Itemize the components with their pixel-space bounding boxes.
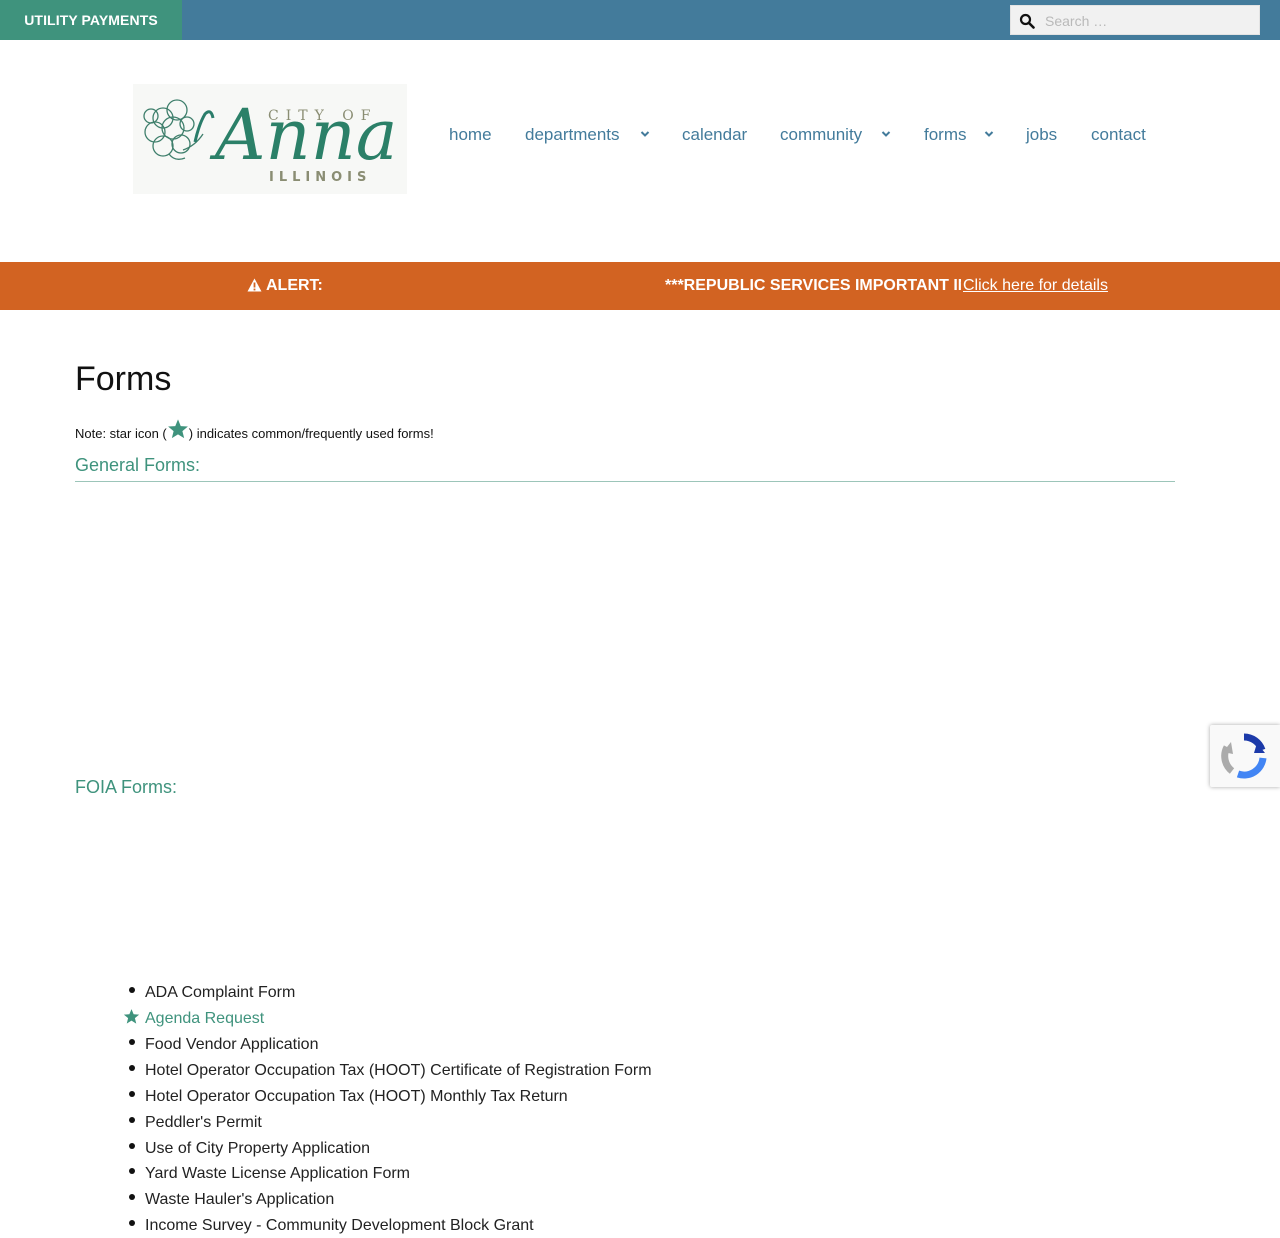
note-text-after: ) indicates common/frequently used forms… [188, 426, 434, 441]
nav-item-jobs[interactable]: jobs [1026, 124, 1057, 146]
form-link-income-survey[interactable]: Income Survey - Community Development Bl… [145, 1214, 534, 1238]
form-link-hoot-monthly-return[interactable]: Hotel Operator Occupation Tax (HOOT) Mon… [145, 1085, 568, 1109]
recaptcha-badge[interactable] [1210, 725, 1280, 787]
star-icon [167, 419, 188, 439]
page-title: Forms [75, 360, 172, 398]
alert-ticker: ***REPUBLIC SERVICES IMPORTANT INFORMATI… [665, 275, 961, 297]
foia-forms-heading: FOIA Forms: [75, 777, 178, 797]
form-link-agenda-request[interactable]: Agenda Request [145, 1007, 264, 1031]
alert-bar: ALERT: ***REPUBLIC SERVICES IMPORTANT IN… [0, 262, 1280, 310]
utility-payments-button[interactable]: UTILITY PAYMENTS [0, 0, 182, 40]
bullet-icon [129, 1143, 135, 1149]
nav-item-departments[interactable]: departments [525, 124, 620, 146]
form-link-ada-complaint[interactable]: ADA Complaint Form [145, 981, 295, 1005]
chevron-down-icon[interactable] [881, 130, 891, 138]
bullet-icon [129, 1039, 135, 1045]
nav-item-contact[interactable]: contact [1091, 124, 1146, 146]
alert-ticker-text: ***REPUBLIC SERVICES IMPORTANT INFORMATI… [665, 277, 961, 294]
search-input[interactable] [1043, 9, 1257, 33]
logo-text-anna: Anna [215, 94, 398, 176]
alert-details-link[interactable]: Click here for details [963, 275, 1108, 297]
bullet-icon [129, 987, 135, 993]
bullet-icon [129, 1065, 135, 1071]
chevron-down-icon[interactable] [640, 130, 650, 138]
nav-item-community[interactable]: community [780, 124, 862, 146]
form-link-waste-hauler[interactable]: Waste Hauler's Application [145, 1188, 334, 1212]
bullet-icon [129, 1091, 135, 1097]
form-link-peddlers-permit[interactable]: Peddler's Permit [145, 1111, 262, 1135]
city-logo[interactable]: CITY OF Anna ILLINOIS [133, 84, 407, 194]
alert-label: ALERT: [247, 275, 323, 297]
alert-label-text: ALERT: [266, 277, 323, 294]
bullet-icon [129, 1168, 135, 1174]
nav-item-home[interactable]: home [449, 124, 492, 146]
form-link-city-property[interactable]: Use of City Property Application [145, 1137, 370, 1161]
form-link-food-vendor[interactable]: Food Vendor Application [145, 1033, 318, 1057]
form-link-yard-waste[interactable]: Yard Waste License Application Form [145, 1162, 410, 1186]
note-text-before: Note: star icon ( [75, 426, 167, 441]
chevron-down-icon[interactable] [984, 130, 994, 138]
section-divider [75, 481, 1175, 482]
bullet-icon [129, 1220, 135, 1226]
bullet-icon [129, 1117, 135, 1123]
search-icon[interactable] [1019, 13, 1035, 29]
nav-item-forms[interactable]: forms [924, 124, 967, 146]
general-forms-heading: General Forms: [75, 455, 201, 475]
form-link-hoot-certificate[interactable]: Hotel Operator Occupation Tax (HOOT) Cer… [145, 1059, 652, 1083]
logo-text-illinois: ILLINOIS [269, 170, 372, 185]
bullet-icon [129, 1194, 135, 1200]
star-note: Note: star icon ( ) indicates common/freq… [75, 418, 434, 444]
search-form [1010, 5, 1260, 35]
top-bar: UTILITY PAYMENTS [0, 0, 1280, 40]
warning-icon [247, 278, 262, 292]
recaptcha-icon [1221, 733, 1267, 779]
nav-item-calendar[interactable]: calendar [682, 124, 747, 146]
star-icon [123, 1009, 140, 1024]
